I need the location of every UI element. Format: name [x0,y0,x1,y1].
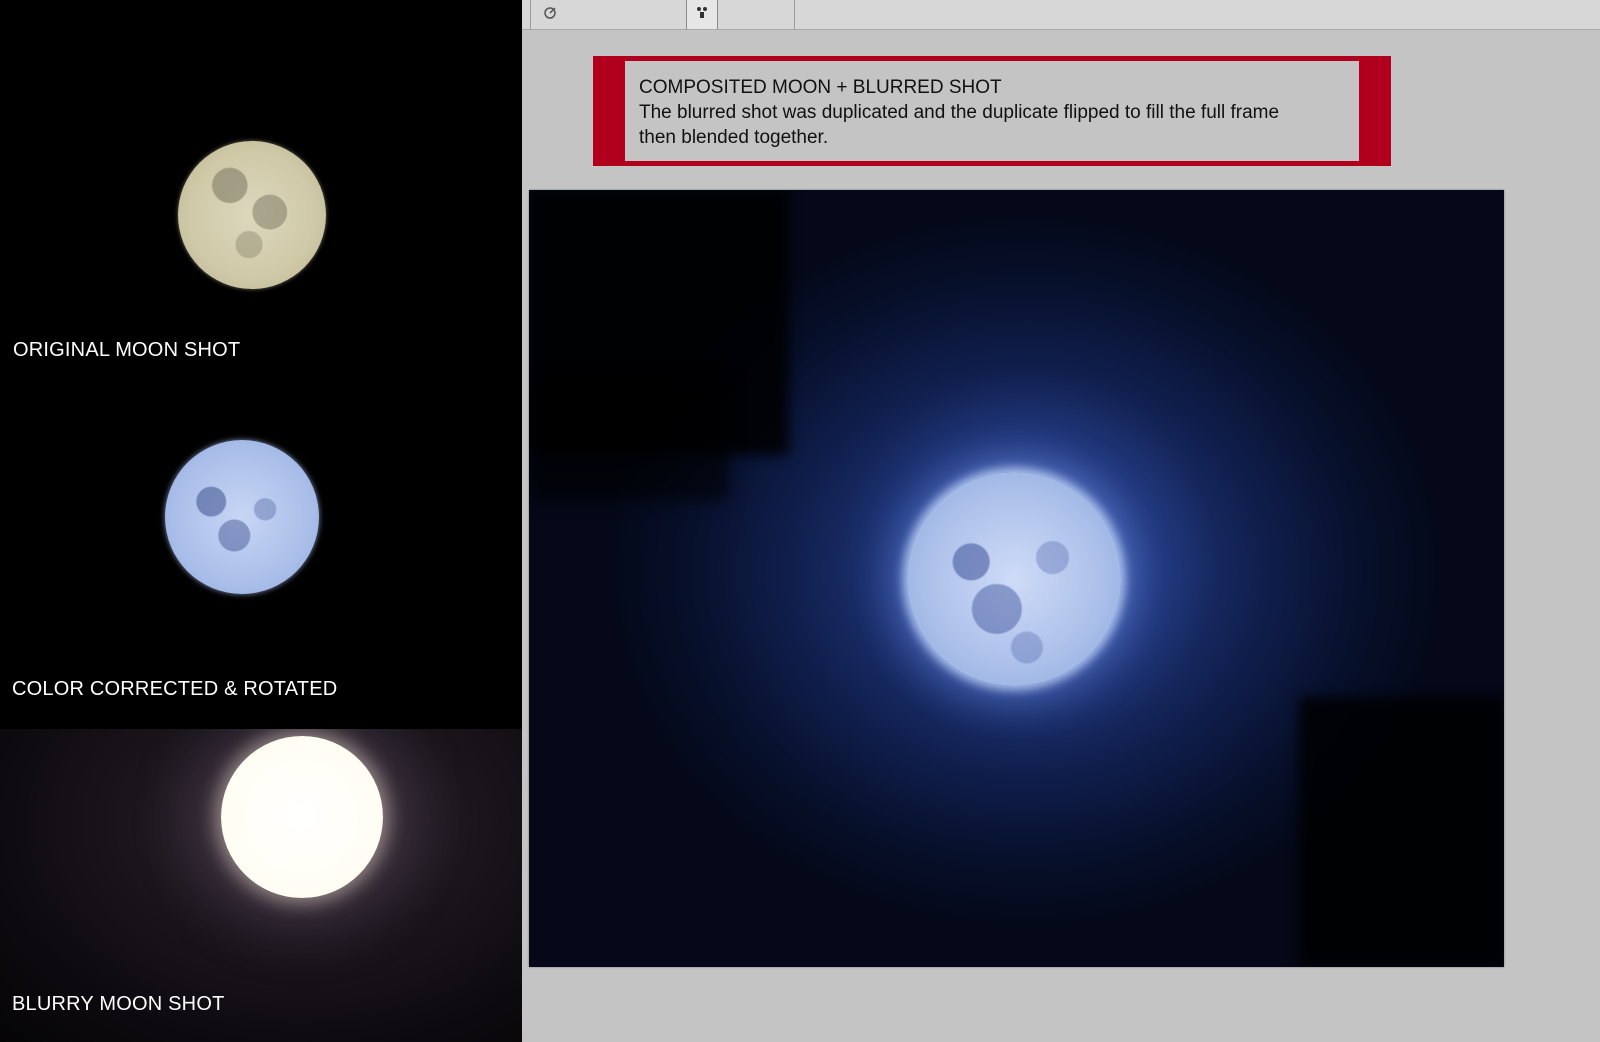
annotation-line-2: then blended together. [639,127,829,148]
brush-settings-icon[interactable] [542,6,558,22]
annotation-text: COMPOSITED MOON + BLURRED SHOT The blurr… [625,61,1359,161]
toolbar-divider [794,0,795,29]
annotation-line-1: The blurred shot was duplicated and the … [639,102,1280,123]
toolbar-divider [530,0,531,29]
original-moon-caption: ORIGINAL MOON SHOT [13,339,241,361]
puppet-warp-tool-button[interactable] [686,0,718,29]
composite-moon-image [529,190,1504,967]
blurry-moon-caption: BLURRY MOON SHOT [12,993,225,1015]
puppet-warp-icon [694,6,710,22]
blurry-moon-image [221,736,383,898]
reference-panel: ORIGINAL MOON SHOT COLOR CORRECTED & ROT… [0,0,522,1042]
annotation-box: COMPOSITED MOON + BLURRED SHOT The blurr… [593,56,1391,166]
composited-moon [907,472,1121,686]
color-corrected-caption: COLOR CORRECTED & ROTATED [12,678,338,700]
options-toolbar [522,0,1600,30]
annotation-title: COMPOSITED MOON + BLURRED SHOT [639,77,1002,98]
dark-edge-left [529,380,729,500]
dark-corner-bottom-right [1299,697,1504,967]
original-moon-image [178,141,326,289]
color-corrected-moon-image [165,440,319,594]
